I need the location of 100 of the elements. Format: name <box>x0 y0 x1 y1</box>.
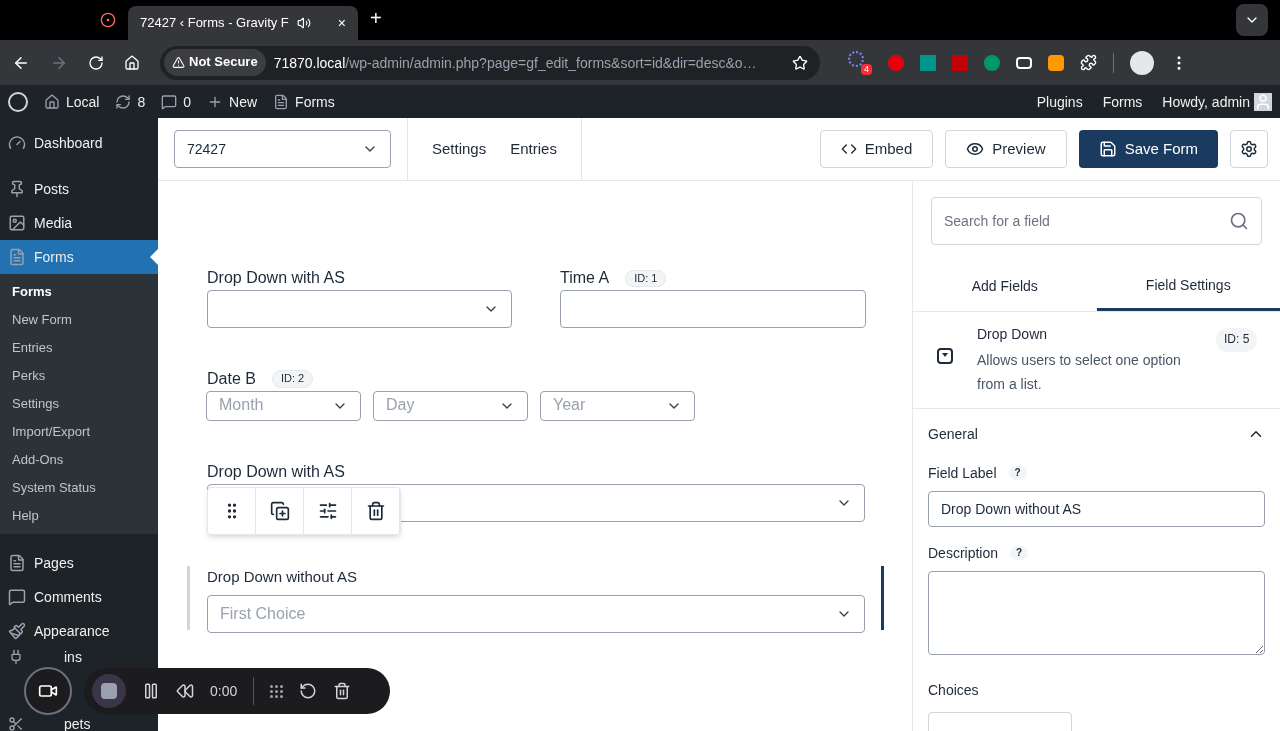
code-icon <box>840 141 857 157</box>
duplicate-icon[interactable] <box>269 501 290 521</box>
submenu-item[interactable]: Import/Export <box>0 418 158 446</box>
dots-icon[interactable] <box>270 684 284 698</box>
sidebar-item[interactable]: Dashboard <box>0 126 158 160</box>
browser-tab[interactable]: 72427 ‹ Forms - Gravity F × <box>128 6 358 40</box>
help-icon[interactable]: ? <box>1010 545 1029 561</box>
admin-bar-link[interactable]: Howdy, admin <box>1162 91 1250 112</box>
new-tab-button[interactable]: + <box>370 4 382 32</box>
submenu-item[interactable]: Settings <box>0 390 158 418</box>
record-icon <box>100 12 116 28</box>
setting-label: Choices <box>928 681 980 700</box>
header-link[interactable]: Entries <box>510 138 557 160</box>
field-label: Drop Down without AS <box>207 566 359 587</box>
stop-button[interactable] <box>92 674 126 708</box>
document-icon[interactable] <box>273 93 290 110</box>
section-header[interactable]: General <box>928 409 1265 459</box>
home-icon[interactable] <box>44 93 60 110</box>
reload-icon[interactable] <box>88 54 104 71</box>
sidebar-item[interactable]: Pages <box>0 546 158 580</box>
bookmark-icon[interactable] <box>792 54 808 71</box>
submenu-item[interactable]: New Form <box>0 306 158 334</box>
sidebar-item[interactable]: Comments <box>0 580 158 614</box>
id-badge: ID: 1 <box>625 269 667 288</box>
form-select[interactable]: 72427 <box>174 130 391 168</box>
extension-icon[interactable] <box>1048 54 1064 71</box>
sliders-icon[interactable] <box>317 501 338 521</box>
setting-label: Field Label <box>928 464 997 483</box>
submenu-item[interactable]: Help <box>0 502 158 530</box>
save-button[interactable]: Save Form <box>1078 130 1218 168</box>
panel-tab[interactable]: Field Settings <box>1096 261 1280 311</box>
submenu-item[interactable]: System Status <box>0 474 158 502</box>
plug-icon[interactable] <box>8 649 24 665</box>
sidebar-item[interactable]: Forms <box>0 240 158 274</box>
submenu-item[interactable]: Perks <box>0 362 158 390</box>
admin-bar-link[interactable]: Forms <box>1102 91 1143 112</box>
admin-bar-item[interactable]: Local <box>66 91 100 112</box>
select-field[interactable] <box>207 289 512 328</box>
header-link[interactable]: Settings <box>432 138 487 160</box>
close-button[interactable]: × <box>337 13 346 33</box>
admin-bar-link[interactable]: Plugins <box>1036 91 1083 112</box>
settings-icon <box>1240 140 1258 158</box>
recording-time: 0:00 <box>210 682 238 701</box>
tab-title: 72427 ‹ Forms - Gravity F <box>140 13 289 32</box>
field-label: Drop Down with AS <box>207 268 345 288</box>
rewind-icon[interactable] <box>176 682 194 700</box>
text-field[interactable] <box>560 289 866 328</box>
id-badge: ID: 2 <box>271 370 314 389</box>
admin-bar-item[interactable]: 0 <box>183 91 192 112</box>
avatar-icon[interactable] <box>1130 50 1154 75</box>
admin-bar-item[interactable]: Forms <box>295 91 335 112</box>
field-label: Drop Down with AS <box>207 461 346 482</box>
user-avatar-icon[interactable] <box>1254 92 1272 111</box>
document-icon <box>8 248 26 266</box>
submenu-item[interactable]: Entries <box>0 334 158 362</box>
setting-label: Description <box>928 544 999 563</box>
description-textarea[interactable] <box>928 571 1265 655</box>
sidebar-item[interactable]: ins <box>64 649 82 665</box>
document-icon <box>8 554 26 572</box>
trash-icon[interactable] <box>333 682 352 700</box>
settings-button[interactable] <box>1230 130 1268 168</box>
speaker-icon <box>296 16 311 30</box>
field-label: Date B <box>207 368 256 389</box>
field-label: Time A <box>560 268 610 288</box>
sidebar-item[interactable]: Posts <box>0 172 158 206</box>
url-text: 71870.local/wp-admin/admin.php?page=gf_edit_forms&sort=id&dir=desc&o… <box>273 53 757 73</box>
wordpress-logo[interactable] <box>8 91 28 112</box>
search-icon <box>1229 211 1249 231</box>
submenu-item[interactable]: Forms <box>0 278 158 306</box>
search-field[interactable]: Search for a field <box>931 197 1262 245</box>
eye-icon <box>966 140 985 158</box>
image-icon <box>8 214 26 232</box>
dropdown-icon <box>937 348 953 364</box>
field-type-description: Allows users to select one option from a list. <box>977 351 1182 394</box>
refresh-icon[interactable] <box>115 93 132 110</box>
field-type-name: Drop Down <box>977 325 1049 344</box>
extension-icon[interactable] <box>1016 56 1032 69</box>
panel-tab[interactable]: Add Fields <box>913 261 1097 311</box>
save-icon <box>1098 140 1117 158</box>
sidebar-item[interactable]: Media <box>0 206 158 240</box>
preview-button[interactable]: Preview <box>945 130 1067 168</box>
admin-bar-item[interactable]: New <box>229 91 258 112</box>
sidebar-item[interactable]: pets <box>64 716 91 731</box>
puzzle-icon[interactable] <box>1080 54 1097 71</box>
extension-badge: 4 <box>861 63 872 75</box>
warning-icon <box>172 56 185 69</box>
pause-icon[interactable] <box>142 682 160 700</box>
address-bar[interactable]: Not Secure 71870.local/wp-admin/admin.php?page=gf_edit_forms&sort=id&dir=desc&o… <box>160 45 820 80</box>
restart-icon[interactable] <box>299 682 318 700</box>
embed-button[interactable]: Embed <box>819 130 934 168</box>
scissors-icon[interactable] <box>8 716 24 731</box>
field-label-input[interactable]: Drop Down without AS <box>928 491 1265 527</box>
trash-icon[interactable] <box>365 501 386 521</box>
admin-bar-item[interactable]: 8 <box>137 91 146 112</box>
sidebar-item[interactable]: Appearance <box>0 614 158 648</box>
speech-bubble-icon[interactable] <box>161 93 178 110</box>
speech-bubble-icon <box>8 588 26 606</box>
help-icon[interactable]: ? <box>1008 465 1027 481</box>
security-chip[interactable]: Not Secure <box>164 49 266 76</box>
submenu-item[interactable]: Add-Ons <box>0 446 158 474</box>
